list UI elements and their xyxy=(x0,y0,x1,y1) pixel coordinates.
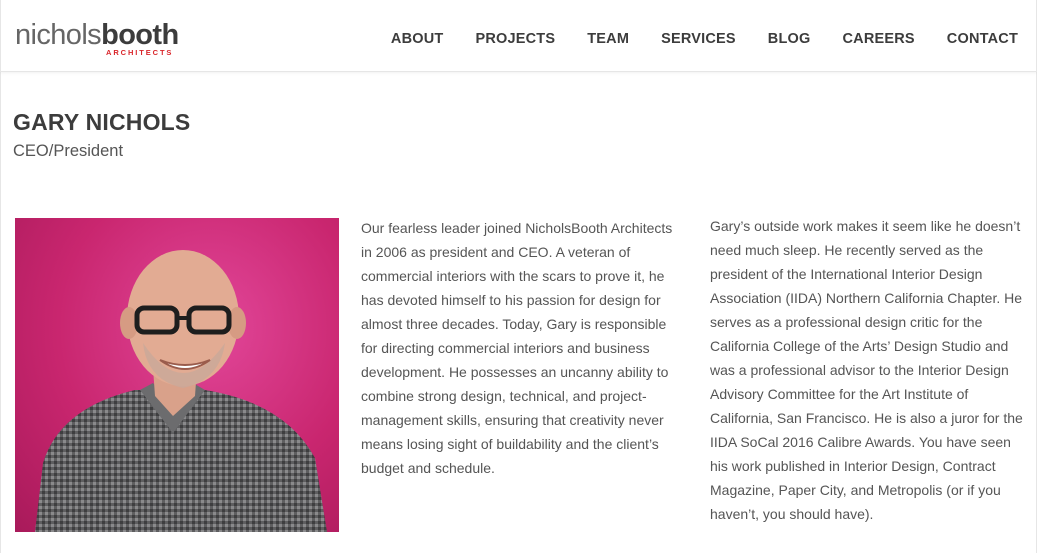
main-nav: ABOUT PROJECTS TEAM SERVICES BLOG CAREER… xyxy=(391,30,1018,48)
bio-paragraph-right: Gary’s outside work makes it seem like h… xyxy=(710,218,1023,522)
site-header: nicholsbooth ARCHITECTS ABOUT PROJECTS T… xyxy=(0,0,1037,72)
nav-projects[interactable]: PROJECTS xyxy=(475,30,555,48)
logo-wordmark-light: nichols xyxy=(15,19,102,51)
profile-role: CEO/President xyxy=(13,142,124,160)
nav-about[interactable]: ABOUT xyxy=(391,30,444,48)
site-logo[interactable]: nicholsbooth ARCHITECTS xyxy=(15,20,179,57)
nav-services[interactable]: SERVICES xyxy=(661,30,736,48)
portrait-illustration xyxy=(35,250,327,532)
nav-careers[interactable]: CAREERS xyxy=(842,30,914,48)
nav-team[interactable]: TEAM xyxy=(587,30,629,48)
profile-name: GARY NICHOLS xyxy=(13,109,191,135)
nav-blog[interactable]: BLOG xyxy=(768,30,811,48)
bio-paragraph-left: Our fearless leader joined NicholsBooth … xyxy=(361,220,673,476)
logo-wordmark: nicholsbooth xyxy=(15,20,179,50)
logo-subtitle: ARCHITECTS xyxy=(106,48,174,57)
logo-wordmark-bold: booth xyxy=(101,19,179,51)
profile-photo xyxy=(15,218,339,532)
nav-contact[interactable]: CONTACT xyxy=(947,30,1018,48)
